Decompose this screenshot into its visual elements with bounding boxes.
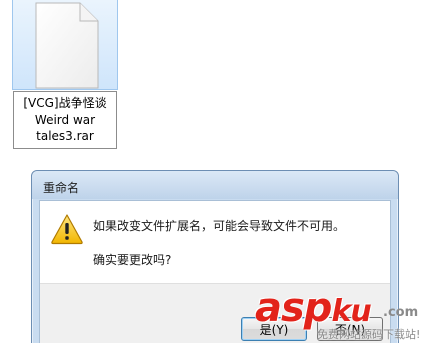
filename-line-2: Weird war bbox=[34, 112, 96, 127]
no-button[interactable]: 否(N) bbox=[317, 317, 383, 341]
warning-icon bbox=[51, 214, 83, 245]
yes-button[interactable]: 是(Y) bbox=[241, 317, 307, 341]
confirm-question: 确实要更改吗? bbox=[93, 253, 172, 267]
blank-document-icon[interactable] bbox=[35, 0, 99, 89]
dialog-title: 重命名 bbox=[43, 181, 80, 195]
filename-edit-box[interactable]: [VCG]战争怪谈 Weird war tales3.rar bbox=[13, 91, 117, 149]
dialog-content: 如果改变文件扩展名，可能会导致文件不可用。 确实要更改吗? 是(Y) 否(N) bbox=[39, 200, 391, 343]
rename-dialog: 重命名 如果改变文件扩展名，可能会导致文件不可用。 确实要更改吗? 是(Y) 否… bbox=[31, 170, 399, 343]
dialog-titlebar[interactable]: 重命名 bbox=[32, 171, 398, 199]
dialog-button-bar: 是(Y) 否(N) bbox=[40, 283, 390, 343]
warning-message: 如果改变文件扩展名，可能会导致文件不可用。 bbox=[93, 219, 346, 233]
explorer-window: [VCG]战争怪谈 Weird war tales3.rar 重命名 如果改变文… bbox=[0, 0, 426, 343]
filename-line-1: [VCG]战争怪谈 bbox=[23, 96, 107, 110]
filename-line-3: tales3.rar bbox=[36, 129, 94, 143]
